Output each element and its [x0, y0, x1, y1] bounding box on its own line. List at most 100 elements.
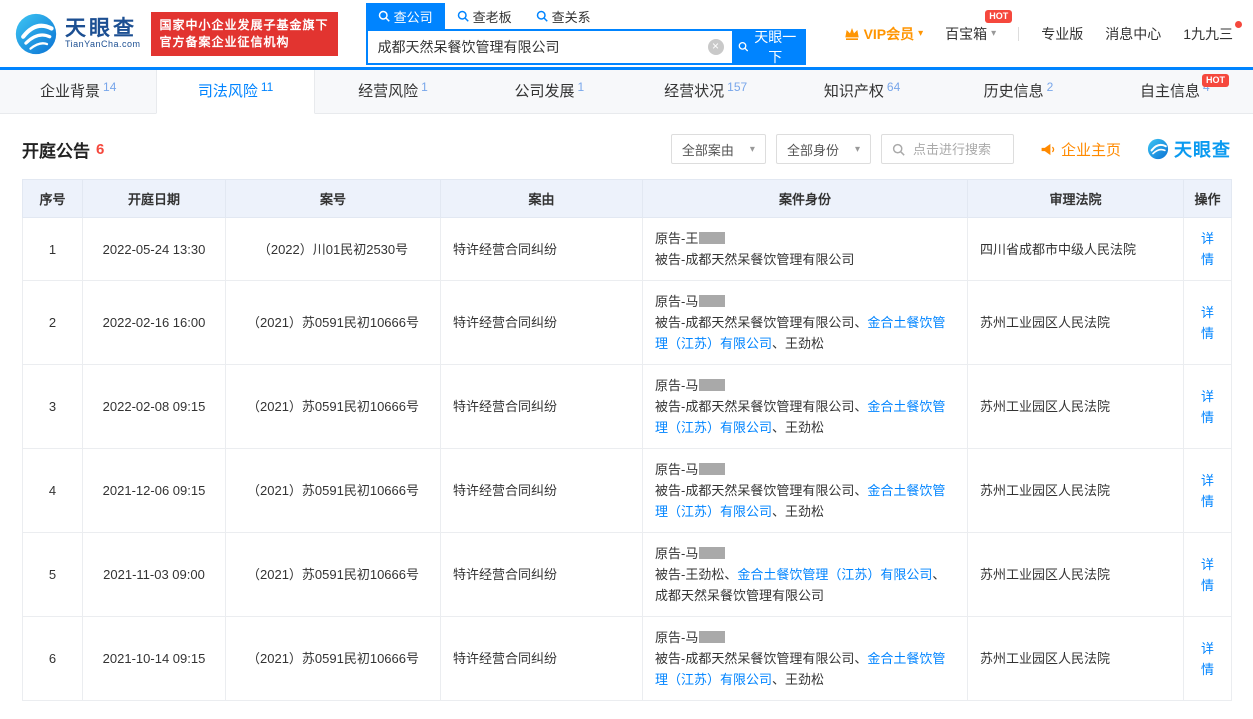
tab-search-boss[interactable]: 查老板 — [445, 3, 524, 29]
clear-icon[interactable]: × — [707, 38, 724, 55]
table-row: 6 2021-10-14 09:15 （2021）苏0591民初10666号 特许经营… — [22, 616, 1232, 701]
cell-court: 苏州工业园区人民法院 — [967, 532, 1184, 617]
table-body: 1 2022-05-24 13:30 （2022）川01民初2530号 特许经营合同纠… — [22, 217, 1232, 701]
cell-action: 详情 — [1183, 217, 1232, 281]
filters: 全部案由 ▾ 全部身份 ▾ 点击进行搜索 企业主页 天眼查 — [670, 134, 1231, 164]
cell-court: 苏州工业园区人民法院 — [967, 364, 1184, 449]
tianyancha-logo-icon — [15, 13, 57, 54]
nav-tabs: 企业背景 14 司法风险 11 经营风险 1 公司发展 1 经营状况 157 知识产权 64 历史信息 2… — [0, 70, 1253, 114]
logo-subtitle: TianYanCha.com — [65, 39, 141, 50]
chevron-down-icon: ▾ — [749, 143, 755, 155]
identity-filter-select[interactable]: 全部身份 ▾ — [775, 134, 871, 164]
cell-seq: 2 — [22, 280, 83, 365]
detail-link[interactable]: 详情 — [1201, 641, 1214, 677]
col-header-cause: 案由 — [440, 179, 643, 218]
party-text: 、王劲松 — [772, 672, 825, 687]
cell-cause: 特许经营合同纠纷 — [440, 280, 643, 365]
party-company-link[interactable]: 金合土餐饮管理（江苏）有限公司 — [737, 567, 932, 582]
table-row: 4 2021-12-06 09:15 （2021）苏0591民初10666号 特许经营… — [22, 448, 1232, 533]
tab-intellectual-property[interactable]: 知识产权 64 — [784, 70, 940, 113]
tab-business-risk[interactable]: 经营风险 1 — [315, 70, 471, 113]
search-tab-label: 查公司 — [393, 9, 433, 25]
search-icon — [378, 10, 390, 22]
section-title: 开庭公告 — [22, 141, 90, 161]
tab-label: 自主信息 — [1139, 83, 1200, 100]
cell-seq: 3 — [22, 364, 83, 449]
party-text: 被告-成都天然呆餐饮管理有限公司 — [655, 252, 855, 267]
section-header: 开庭公告 6 全部案由 ▾ 全部身份 ▾ 点击进行搜索 企业主页 天眼查 — [22, 134, 1231, 164]
redacted-name — [699, 295, 726, 307]
party-text: 被告-王劲松、 — [655, 567, 738, 582]
tab-count: 14 — [103, 80, 117, 94]
treasure-box-menu[interactable]: 百宝箱 ▾ HOT — [945, 9, 1013, 44]
pro-version-label: 专业版 — [1041, 25, 1084, 42]
col-header-seq: 序号 — [22, 179, 83, 218]
tab-judicial-risk[interactable]: 司法风险 11 — [156, 70, 315, 114]
tab-business-status[interactable]: 经营状况 157 — [628, 70, 784, 113]
cell-date: 2021-10-14 09:15 — [82, 616, 226, 701]
party-text: 被告-成都天然呆餐饮管理有限公司、 — [655, 399, 868, 414]
cell-case-no: （2021）苏0591民初10666号 — [225, 532, 441, 617]
cell-case-no: （2021）苏0591民初10666号 — [225, 448, 441, 533]
vip-menu[interactable]: VIP会员 ▾ — [844, 24, 923, 44]
cell-court: 四川省成都市中级人民法院 — [967, 217, 1184, 281]
tab-label: 经营状况 — [664, 83, 725, 100]
user-menu[interactable]: 1九九三 — [1183, 20, 1242, 44]
detail-link[interactable]: 详情 — [1201, 305, 1214, 341]
search-button[interactable]: 天眼一下 — [731, 29, 804, 65]
gov-badge-line2: 官方备案企业征信机构 — [159, 34, 290, 49]
chevron-down-icon: ▾ — [854, 143, 860, 155]
search-tab-label: 查老板 — [472, 9, 512, 25]
cell-date: 2021-12-06 09:15 — [82, 448, 226, 533]
table-header-row: 序号 开庭日期 案号 案由 案件身份 审理法院 操作 — [22, 179, 1232, 218]
cell-identity: 原告-马 被告-成都天然呆餐饮管理有限公司、金合土餐饮管理（江苏）有限公司、王劲松 — [642, 364, 968, 449]
cell-court: 苏州工业园区人民法院 — [967, 616, 1184, 701]
tab-label: 历史信息 — [983, 83, 1044, 100]
party-text: 、王劲松 — [772, 336, 825, 351]
cell-action: 详情 — [1183, 616, 1232, 701]
redacted-name — [699, 379, 726, 391]
cell-seq: 5 — [22, 532, 83, 617]
crown-icon — [844, 27, 859, 40]
company-home-link[interactable]: 企业主页 — [1040, 139, 1121, 160]
table-search-input[interactable] — [910, 140, 1003, 158]
tab-company-background[interactable]: 企业背景 14 — [0, 70, 156, 113]
tab-search-relation[interactable]: 查关系 — [524, 3, 603, 29]
party-text: 原告-马 — [655, 462, 699, 477]
tianyancha-logo[interactable]: 天眼查 TianYanCha.com — [14, 12, 141, 56]
cause-filter-select[interactable]: 全部案由 ▾ — [670, 134, 766, 164]
tianyancha-brand[interactable]: 天眼查 — [1147, 136, 1231, 162]
detail-link[interactable]: 详情 — [1201, 473, 1214, 509]
company-search-input[interactable] — [367, 30, 708, 63]
tab-label: 知识产权 — [823, 83, 884, 100]
party-text: 原告-马 — [655, 294, 699, 309]
cell-cause: 特许经营合同纠纷 — [440, 364, 643, 449]
main-content: 开庭公告 6 全部案由 ▾ 全部身份 ▾ 点击进行搜索 企业主页 天眼查 序号 … — [0, 114, 1253, 719]
tab-search-company[interactable]: 查公司 — [365, 2, 445, 29]
cell-case-no: （2021）苏0591民初10666号 — [225, 280, 441, 365]
party-text: 、王劲松 — [772, 420, 825, 435]
vip-label: VIP会员 — [863, 25, 915, 42]
tab-self-info[interactable]: 自主信息 4 HOT — [1097, 70, 1253, 113]
detail-link[interactable]: 详情 — [1201, 231, 1214, 267]
tab-company-development[interactable]: 公司发展 1 — [471, 70, 627, 113]
party-text: 被告-成都天然呆餐饮管理有限公司、 — [655, 315, 868, 330]
party-text: 原告-马 — [655, 546, 699, 561]
detail-link[interactable]: 详情 — [1201, 557, 1214, 593]
col-header-court: 审理法院 — [967, 179, 1184, 218]
tab-history-info[interactable]: 历史信息 2 — [940, 70, 1096, 113]
hot-badge: HOT — [1202, 74, 1229, 87]
redacted-name — [699, 631, 726, 643]
message-center-link[interactable]: 消息中心 — [1105, 24, 1161, 44]
cell-action: 详情 — [1183, 448, 1232, 533]
gov-certification-badge: 国家中小企业发展子基金旗下 官方备案企业征信机构 — [150, 11, 338, 56]
detail-link[interactable]: 详情 — [1201, 389, 1214, 425]
party-text: 、王劲松 — [772, 504, 825, 519]
cell-seq: 6 — [22, 616, 83, 701]
identity-filter-label: 全部身份 — [786, 142, 839, 158]
table-row: 2 2022-02-16 16:00 （2021）苏0591民初10666号 特许经营… — [22, 280, 1232, 365]
cell-court: 苏州工业园区人民法院 — [967, 280, 1184, 365]
cell-case-no: （2021）苏0591民初10666号 — [225, 364, 441, 449]
pro-version-link[interactable]: 专业版 — [1041, 24, 1083, 44]
company-home-label: 企业主页 — [1060, 141, 1121, 159]
